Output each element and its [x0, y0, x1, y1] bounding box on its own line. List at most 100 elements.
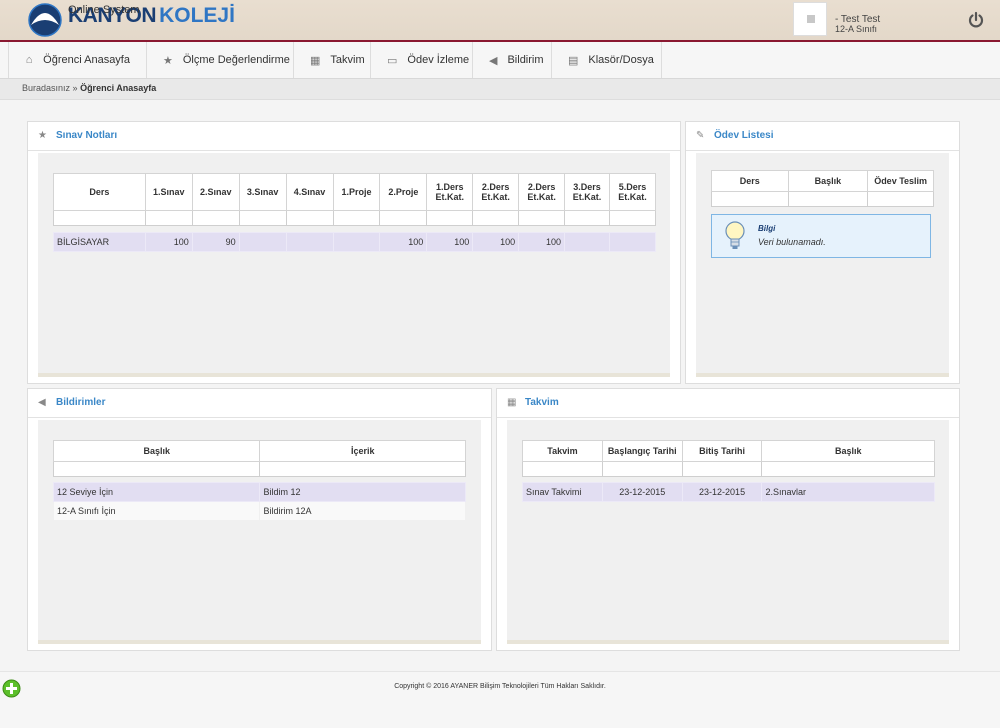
info-message-box: Bilgi Veri bulunamadı.: [711, 214, 931, 258]
column-header[interactable]: 2.Ders Et.Kat.: [518, 173, 566, 211]
power-icon[interactable]: [967, 11, 985, 29]
column-header[interactable]: Başlık: [787, 170, 869, 192]
table-cell: 100: [518, 232, 566, 252]
column-header[interactable]: Başlık: [52, 440, 261, 462]
header: KANYON KOLEJİ Online System - Test Test …: [0, 0, 1000, 42]
filter-input[interactable]: [238, 210, 287, 226]
table-row[interactable]: BİLGİSAYAR 100 90 100 100 100 100: [53, 232, 657, 252]
calendar-icon: ▦: [310, 54, 321, 67]
column-header[interactable]: 2.Sınav: [191, 173, 240, 211]
column-header[interactable]: Ödev Teslim: [867, 170, 934, 192]
nav-item-olcme-degerlendirme[interactable]: ★ Ölçme Değerlendirme: [147, 42, 294, 78]
nav-item-odev-izleme[interactable]: ▭ Ödev İzleme: [371, 42, 473, 78]
filter-input[interactable]: [53, 210, 146, 226]
nav-item-ogrenci-anasayfa[interactable]: ⌂ Öğrenci Anasayfa: [9, 42, 147, 78]
table-cell: 23-12-2015: [601, 482, 683, 502]
sinav-notlari-panel: ★ Sınav Notları Ders 1.Sınav 2.Sınav 3.S…: [27, 121, 681, 384]
column-header[interactable]: Takvim: [522, 440, 603, 462]
info-title: Bilgi: [758, 224, 776, 233]
panel-title: Sınav Notları: [56, 130, 118, 141]
copyright-text: Copyright © 2016 AYANER Bilişim Teknoloj…: [394, 683, 606, 690]
filter-input[interactable]: [564, 210, 610, 226]
table-cell: Bildim 12: [259, 482, 466, 502]
lightbulb-icon: [725, 221, 745, 249]
filter-input[interactable]: [52, 461, 261, 477]
column-header[interactable]: Ders: [53, 173, 146, 211]
column-header[interactable]: 2.Ders Et.Kat.: [472, 173, 520, 211]
table-cell: [285, 232, 334, 252]
breadcrumb-current[interactable]: Öğrenci Anasayfa: [80, 83, 156, 93]
nav-item-takvim[interactable]: ▦ Takvim: [294, 42, 371, 78]
odev-listesi-panel: ✎ Ödev Listesi Ders Başlık Ödev Teslim B…: [685, 121, 960, 384]
avatar-placeholder-icon: [807, 15, 815, 23]
column-header[interactable]: 3.Ders Et.Kat.: [564, 173, 610, 211]
filter-input[interactable]: [259, 461, 466, 477]
table-cell: Sınav Takvimi: [522, 482, 603, 502]
nav-item-label: Klasör/Dosya: [588, 54, 654, 66]
filter-input[interactable]: [522, 461, 603, 477]
column-header[interactable]: 2.Proje: [379, 173, 428, 211]
column-header[interactable]: Başlık: [761, 440, 935, 462]
folder-icon: ▤: [568, 54, 579, 67]
brand-name-2: KOLEJİ: [159, 4, 235, 27]
filter-input[interactable]: [379, 210, 428, 226]
filter-input[interactable]: [472, 210, 520, 226]
table-cell: 100: [426, 232, 474, 252]
avatar[interactable]: [793, 2, 827, 36]
filter-input[interactable]: [518, 210, 566, 226]
column-header[interactable]: İçerik: [259, 440, 466, 462]
bildirimler-table: Başlık İçerik 12 Seviye İçin Bildim 12 1…: [52, 440, 466, 521]
column-header[interactable]: 1.Ders Et.Kat.: [426, 173, 474, 211]
filter-input[interactable]: [711, 191, 789, 207]
table-cell: 12 Seviye İçin: [52, 482, 261, 502]
table-row[interactable]: Sınav Takvimi 23-12-2015 23-12-2015 2.Sı…: [522, 482, 935, 502]
main-nav: ⌂ Öğrenci Anasayfa ★ Ölçme Değerlendirme…: [0, 42, 1000, 79]
column-header[interactable]: Bitiş Tarihi: [681, 440, 763, 462]
table-cell: 2.Sınavlar: [761, 482, 935, 502]
filter-input[interactable]: [761, 461, 935, 477]
panel-title: Bildirimler: [56, 397, 106, 408]
filter-input[interactable]: [681, 461, 763, 477]
table-cell: [238, 232, 287, 252]
table-cell: 100: [472, 232, 520, 252]
table-cell: Bildirim 12A: [259, 501, 466, 521]
star-icon: ★: [163, 54, 173, 67]
filter-input[interactable]: [608, 210, 657, 226]
filter-input[interactable]: [426, 210, 474, 226]
panel-title: Ödev Listesi: [714, 130, 774, 141]
filter-input[interactable]: [867, 191, 934, 207]
bildirimler-panel: ◀ Bildirimler Başlık İçerik 12 Seviye İç…: [27, 388, 492, 651]
pencil-icon: ✎: [696, 130, 705, 141]
column-header[interactable]: 1.Proje: [332, 173, 381, 211]
table-cell: 12-A Sınıfı İçin: [52, 501, 261, 521]
calendar-icon: ▦: [507, 397, 517, 408]
filter-input[interactable]: [601, 461, 683, 477]
star-icon: ★: [38, 130, 47, 141]
home-icon: ⌂: [25, 54, 33, 66]
filter-input[interactable]: [332, 210, 381, 226]
user-class: 12-A Sınıfı: [835, 24, 878, 34]
table-cell: [332, 232, 381, 252]
filter-input[interactable]: [787, 191, 869, 207]
column-header[interactable]: 3.Sınav: [238, 173, 287, 211]
filter-input[interactable]: [144, 210, 193, 226]
nav-item-label: Ölçme Değerlendirme: [182, 54, 290, 66]
table-cell: 100: [379, 232, 428, 252]
nav-item-klasor-dosya[interactable]: ▤ Klasör/Dosya: [552, 42, 662, 78]
table-row[interactable]: 12-A Sınıfı İçin Bildirim 12A: [52, 501, 466, 521]
table-row[interactable]: 12 Seviye İçin Bildim 12: [52, 482, 466, 502]
column-header[interactable]: 4.Sınav: [285, 173, 334, 211]
nav-item-bildirim[interactable]: ◀ Bildirim: [473, 42, 552, 78]
column-header[interactable]: Ders: [711, 170, 789, 192]
table-cell: [608, 232, 657, 252]
filter-row: [53, 210, 657, 226]
odev-listesi-table: Ders Başlık Ödev Teslim: [711, 170, 934, 207]
column-header[interactable]: 5.Ders Et.Kat.: [608, 173, 657, 211]
filter-input[interactable]: [191, 210, 240, 226]
table-cell: 100: [144, 232, 193, 252]
table-cell: [564, 232, 610, 252]
column-header[interactable]: Başlangıç Tarihi: [601, 440, 683, 462]
filter-input[interactable]: [285, 210, 334, 226]
info-message: Veri bulunamadı.: [758, 237, 826, 247]
column-header[interactable]: 1.Sınav: [144, 173, 193, 211]
